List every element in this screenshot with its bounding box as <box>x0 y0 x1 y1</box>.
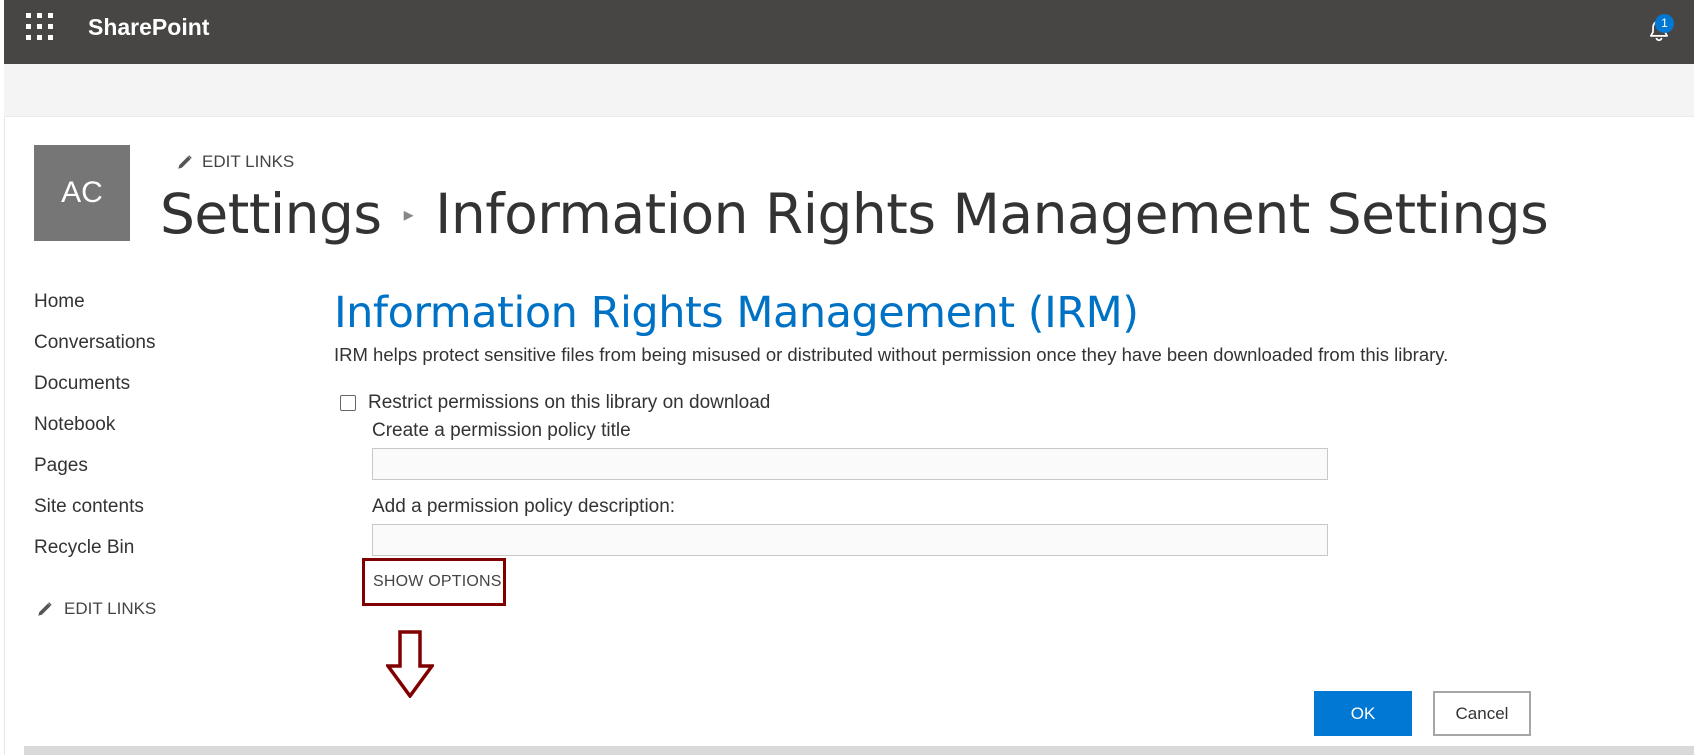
nav-item-recycle-bin[interactable]: Recycle Bin <box>34 536 155 577</box>
notifications-button[interactable]: 1 <box>1646 14 1676 44</box>
bottom-scroll-strip <box>24 746 1694 755</box>
nav-item-notebook[interactable]: Notebook <box>34 413 155 454</box>
edit-links-label: EDIT LINKS <box>64 599 157 618</box>
nav-item-documents[interactable]: Documents <box>34 372 155 413</box>
policy-title-input[interactable] <box>372 448 1328 480</box>
nav-item-site-contents[interactable]: Site contents <box>34 495 155 536</box>
edit-links-nav[interactable]: EDIT LINKS <box>36 599 156 619</box>
policy-title-label: Create a permission policy title <box>372 420 631 441</box>
show-options-label: SHOW OPTIONS <box>373 573 502 590</box>
down-arrow-annotation-icon <box>386 630 434 698</box>
suite-bar: SharePoint 1 <box>4 0 1694 64</box>
section-title: Information Rights Management (IRM) <box>334 288 1139 338</box>
nav-item-pages[interactable]: Pages <box>34 454 155 495</box>
restrict-permissions-row[interactable]: Restrict permissions on this library on … <box>340 392 770 414</box>
breadcrumb: Settings ▸ Information Rights Management… <box>160 182 1549 246</box>
show-options-link[interactable]: SHOW OPTIONS <box>362 558 506 606</box>
restrict-permissions-label: Restrict permissions on this library on … <box>368 392 771 413</box>
command-bar <box>4 64 1694 117</box>
site-logo[interactable]: AC <box>34 145 130 241</box>
breadcrumb-settings-link[interactable]: Settings <box>160 182 382 246</box>
page-title: Information Rights Management Settings <box>435 182 1549 246</box>
nav-item-conversations[interactable]: Conversations <box>34 331 155 372</box>
pencil-icon <box>178 155 192 169</box>
nav-item-home[interactable]: Home <box>34 290 155 331</box>
cancel-button[interactable]: Cancel <box>1433 691 1531 736</box>
app-launcher-icon[interactable] <box>26 13 58 45</box>
restrict-permissions-checkbox[interactable] <box>340 395 356 411</box>
section-description: IRM helps protect sensitive files from b… <box>334 344 1449 365</box>
edit-links-top[interactable]: EDIT LINKS <box>176 152 294 172</box>
notification-badge: 1 <box>1655 14 1674 33</box>
pencil-icon <box>38 602 52 616</box>
ok-button[interactable]: OK <box>1314 691 1412 736</box>
breadcrumb-separator-icon: ▸ <box>403 202 414 226</box>
app-name[interactable]: SharePoint <box>88 13 209 41</box>
policy-description-label: Add a permission policy description: <box>372 496 676 517</box>
policy-description-input[interactable] <box>372 524 1328 556</box>
left-navigation: Home Conversations Documents Notebook Pa… <box>34 290 155 577</box>
edit-links-label: EDIT LINKS <box>202 152 295 171</box>
